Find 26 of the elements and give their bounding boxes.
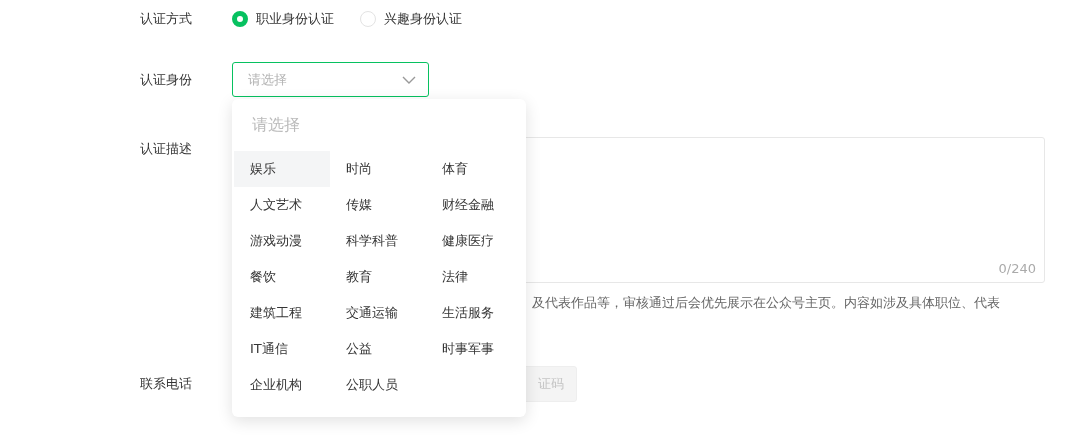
- dropdown-option[interactable]: 人文艺术: [234, 187, 330, 223]
- dropdown-option[interactable]: 健康医疗: [426, 223, 522, 259]
- dropdown-option[interactable]: 传媒: [330, 187, 426, 223]
- dropdown-option[interactable]: IT通信: [234, 331, 330, 367]
- dropdown-option[interactable]: 时尚: [330, 151, 426, 187]
- dropdown-option[interactable]: 公职人员: [330, 367, 426, 403]
- dropdown-option[interactable]: 公益: [330, 331, 426, 367]
- radio-option[interactable]: 兴趣身份认证: [360, 10, 462, 28]
- dropdown-option[interactable]: 财经金融: [426, 187, 522, 223]
- hint-text: 及代表作品等，审核通过后会优先展示在公众号主页。内容如涉及具体职位、代表: [532, 295, 1000, 310]
- dropdown-option[interactable]: 生活服务: [426, 295, 522, 331]
- radio-option[interactable]: 职业身份认证: [232, 10, 334, 28]
- field-label: 联系电话: [140, 375, 193, 393]
- dropdown-option[interactable]: 体育: [426, 151, 522, 187]
- field-label: 认证描述: [140, 140, 193, 158]
- dropdown-option[interactable]: 建筑工程: [234, 295, 330, 331]
- dropdown-option[interactable]: 娱乐: [234, 151, 330, 187]
- field-label: 认证方式: [140, 10, 193, 28]
- dropdown-option[interactable]: 时事军事: [426, 331, 522, 367]
- chevron-down-icon: [402, 75, 416, 84]
- character-counter: 0/240: [998, 261, 1036, 276]
- field-label: 认证身份: [140, 70, 193, 89]
- dropdown-option[interactable]: 游戏动漫: [234, 223, 330, 259]
- dropdown-option[interactable]: 科学科普: [330, 223, 426, 259]
- dropdown-option[interactable]: 企业机构: [234, 367, 330, 403]
- dropdown-option[interactable]: 交通运输: [330, 295, 426, 331]
